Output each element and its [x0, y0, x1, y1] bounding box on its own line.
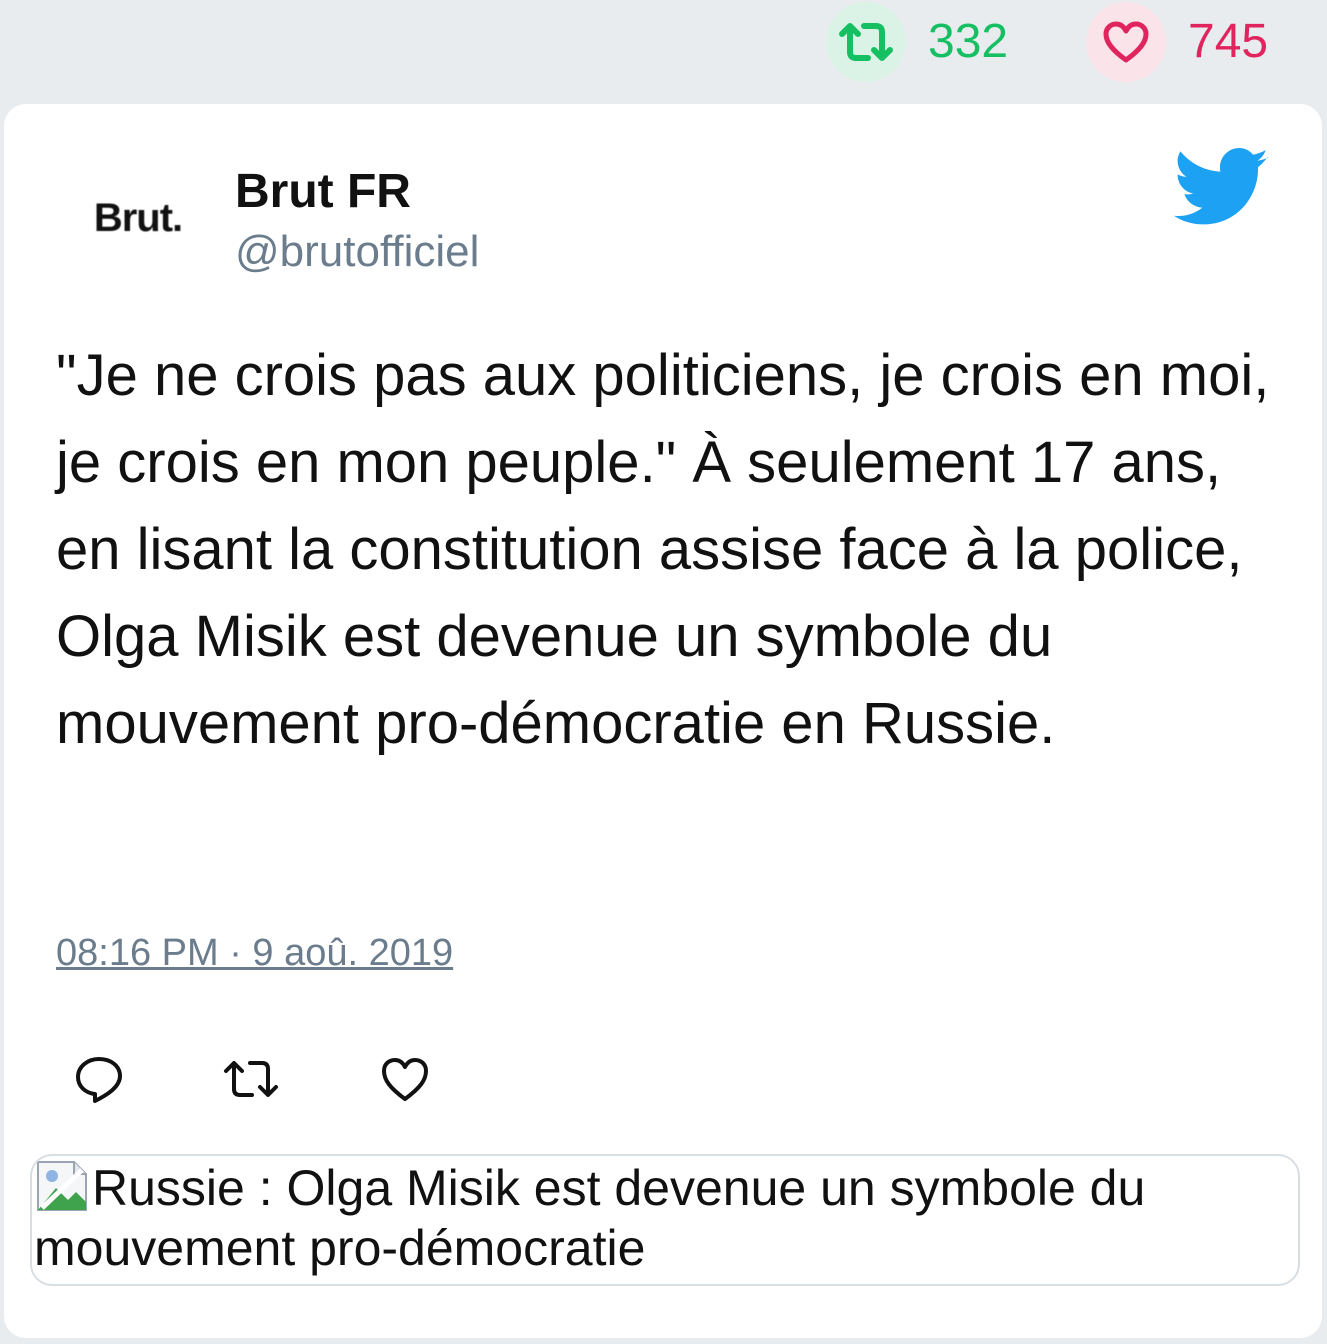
like-count: 745: [1188, 15, 1269, 68]
link-preview-title: Russie : Olga Misik est devenue un symbo…: [34, 1160, 1146, 1276]
reply-icon: [76, 1057, 122, 1103]
retweet-button[interactable]: [216, 1044, 286, 1114]
heart-icon: [382, 1058, 428, 1101]
heart-icon: [1103, 21, 1149, 63]
tweet-card: Brut. Brut FR @brutofficiel "Je ne crois…: [4, 104, 1322, 1338]
link-preview-card[interactable]: Russie : Olga Misik est devenue un symbo…: [30, 1154, 1300, 1286]
twitter-bird-icon[interactable]: [1174, 148, 1270, 228]
tweet-actions: [64, 1044, 484, 1114]
author-handle[interactable]: @brutofficiel: [235, 226, 479, 278]
like-count-button[interactable]: [1086, 2, 1166, 82]
author-name[interactable]: Brut FR: [235, 164, 411, 220]
retweet-count-button[interactable]: [826, 2, 906, 82]
reply-button[interactable]: [64, 1044, 134, 1114]
retweet-count: 332: [928, 15, 1009, 68]
engagement-summary: 332 745: [0, 0, 1327, 100]
tweet-timestamp-link[interactable]: 08:16 PM · 9 aoû. 2019: [56, 930, 453, 976]
retweet-icon: [839, 23, 893, 61]
like-button[interactable]: [370, 1044, 440, 1114]
avatar-logo-text: Brut.: [93, 195, 183, 240]
tweet-text: "Je ne crois pas aux politiciens, je cro…: [56, 343, 1270, 756]
avatar[interactable]: Brut.: [74, 168, 202, 268]
retweet-icon: [224, 1061, 278, 1097]
